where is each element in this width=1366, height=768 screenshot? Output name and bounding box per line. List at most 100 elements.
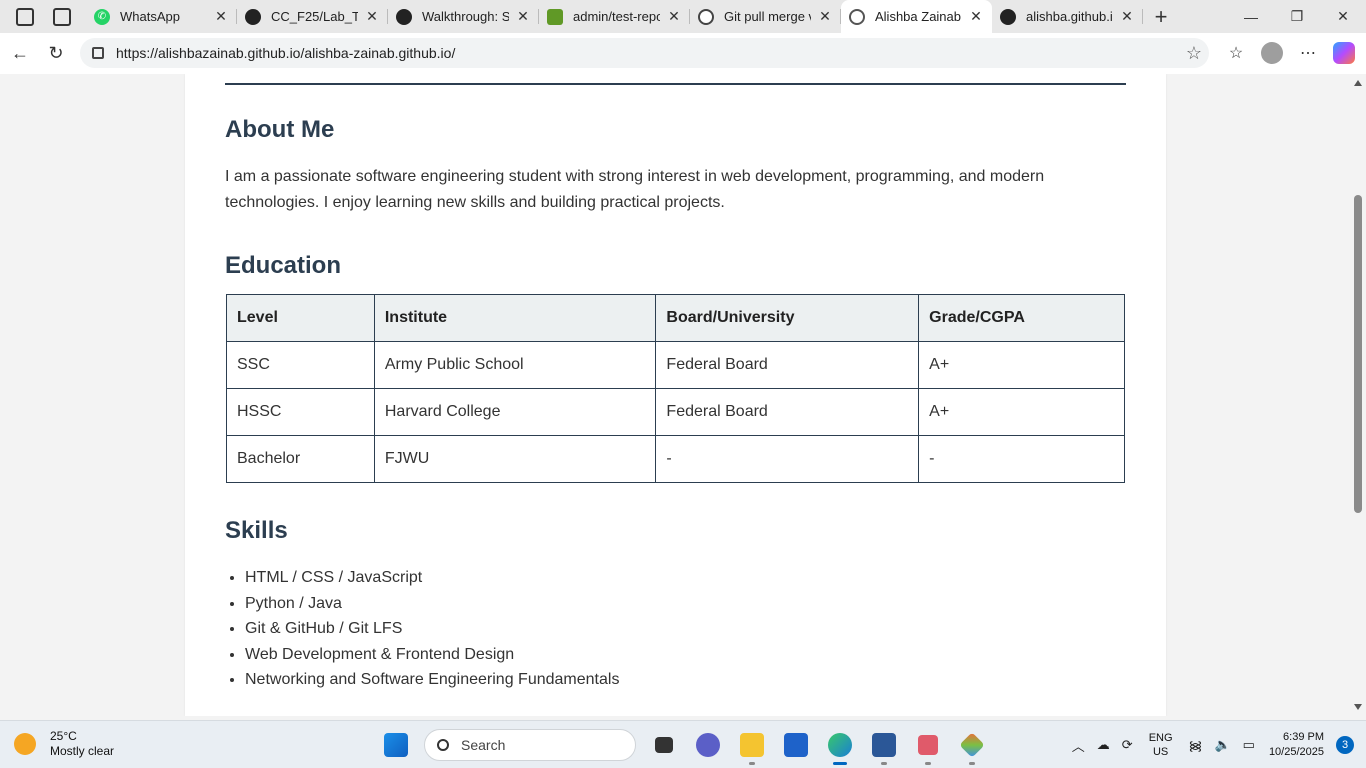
table-cell: Harvard College xyxy=(373,388,657,436)
chevron-up-icon[interactable]: ︿ xyxy=(1066,736,1091,755)
favorite-star-icon[interactable]: ☆ xyxy=(1179,43,1209,64)
close-icon[interactable]: ✕ xyxy=(968,8,984,25)
system-tray: ︿ ☁ ⟳ ENG US ᯼ 🔈 ▭ 6:39 PM 10/25/2025 3 xyxy=(1066,721,1366,768)
github-icon xyxy=(396,8,412,25)
copilot-button[interactable] xyxy=(1330,39,1358,67)
profile-button[interactable] xyxy=(1258,39,1286,67)
word-button[interactable] xyxy=(862,725,906,765)
windows-icon xyxy=(384,733,408,757)
close-window-button[interactable]: ✕ xyxy=(1320,0,1366,33)
git-app-button[interactable] xyxy=(950,725,994,765)
close-icon[interactable]: ✕ xyxy=(364,8,380,25)
about-heading: About Me xyxy=(225,116,335,143)
scroll-down-icon[interactable] xyxy=(1354,704,1362,710)
openai-icon xyxy=(698,8,714,25)
tab-title: admin/test-repo xyxy=(573,9,660,24)
education-table: Level Institute Board/University Grade/C… xyxy=(226,294,1125,483)
site-info-icon[interactable] xyxy=(92,47,104,59)
chat-app-button[interactable] xyxy=(686,725,730,765)
window-controls: — ❐ ✕ xyxy=(1228,0,1366,33)
close-icon[interactable]: ✕ xyxy=(817,8,833,25)
tab-strip: ✆ WhatsApp ✕ CC_F25/Lab_Task ✕ Walkthrou… xyxy=(0,0,1366,33)
table-cell: Federal Board xyxy=(655,341,920,389)
table-row: Bachelor FJWU - - xyxy=(226,435,1125,483)
address-bar[interactable]: https://alishbazainab.github.io/alishba-… xyxy=(80,38,1209,68)
search-icon xyxy=(437,739,449,751)
battery-icon[interactable]: ▭ xyxy=(1237,737,1261,753)
copilot-icon xyxy=(1333,42,1355,64)
favorites-icon[interactable]: ☆ xyxy=(1222,39,1250,67)
clock-date: 10/25/2025 xyxy=(1268,746,1324,758)
table-cell: Federal Board xyxy=(655,388,920,436)
weather-widget[interactable]: 25°C Mostly clear xyxy=(14,729,114,759)
new-tab-button[interactable]: + xyxy=(1143,0,1179,33)
task-view-button[interactable] xyxy=(642,725,686,765)
github-icon xyxy=(1000,8,1016,25)
table-cell: FJWU xyxy=(373,435,657,483)
snipping-tool-button[interactable] xyxy=(906,725,950,765)
store-button[interactable] xyxy=(774,725,818,765)
language-indicator[interactable]: ENG US xyxy=(1139,731,1183,759)
table-cell: SSC xyxy=(226,341,375,389)
tab-title: Git pull merge vs xyxy=(724,9,811,24)
close-icon[interactable]: ✕ xyxy=(1119,8,1135,25)
minimize-button[interactable]: — xyxy=(1228,0,1274,33)
taskbar: 25°C Mostly clear Search ︿ ☁ ⟳ ENG US ᯼ … xyxy=(0,720,1366,768)
scroll-up-icon[interactable] xyxy=(1354,80,1362,86)
clock-time: 6:39 PM xyxy=(1283,731,1324,743)
vertical-scrollbar[interactable] xyxy=(1350,74,1366,716)
tab-cc-f25[interactable]: CC_F25/Lab_Task ✕ xyxy=(237,0,388,33)
refresh-button[interactable]: ↻ xyxy=(38,38,74,70)
scrollbar-thumb[interactable] xyxy=(1354,195,1362,513)
navigation-bar: ← ↻ https://alishbazainab.github.io/alis… xyxy=(0,33,1366,74)
tab-git-pull-merge[interactable]: Git pull merge vs ✕ xyxy=(690,0,841,33)
column-header: Board/University xyxy=(655,294,920,342)
url-text[interactable]: https://alishbazainab.github.io/alishba-… xyxy=(116,45,1179,61)
tab-actions-icon[interactable] xyxy=(52,7,71,26)
whatsapp-icon: ✆ xyxy=(94,8,110,25)
onedrive-icon[interactable]: ☁ xyxy=(1091,737,1116,753)
tab-alishba-zainab[interactable]: Alishba Zainab - ✕ xyxy=(841,0,992,33)
tab-walkthrough[interactable]: Walkthrough: Set ✕ xyxy=(388,0,539,33)
tab-title: WhatsApp xyxy=(120,9,180,24)
tab-whatsapp[interactable]: ✆ WhatsApp ✕ xyxy=(86,0,237,33)
tab-title: CC_F25/Lab_Task xyxy=(271,9,358,24)
list-item: Python / Java xyxy=(245,591,619,617)
word-icon xyxy=(872,733,896,757)
snipping-tool-icon xyxy=(918,735,938,755)
edge-button[interactable] xyxy=(818,725,862,765)
github-icon xyxy=(245,8,261,25)
table-cell: A+ xyxy=(918,341,1125,389)
list-item: HTML / CSS / JavaScript xyxy=(245,565,619,591)
tab-alishba-github-io[interactable]: alishba.github.io/ ✕ xyxy=(992,0,1143,33)
table-cell: HSSC xyxy=(226,388,375,436)
toolbar-actions: ☆ ⋯ xyxy=(1222,38,1358,68)
chat-icon xyxy=(696,733,720,757)
close-icon[interactable]: ✕ xyxy=(666,8,682,25)
sync-icon[interactable]: ⟳ xyxy=(1116,737,1139,753)
taskbar-search[interactable]: Search xyxy=(424,729,636,761)
notification-badge[interactable]: 3 xyxy=(1336,736,1354,754)
skills-list: HTML / CSS / JavaScript Python / Java Gi… xyxy=(245,565,619,693)
workspaces-icon[interactable] xyxy=(15,7,34,26)
weather-temp: 25°C xyxy=(50,729,77,743)
file-explorer-button[interactable] xyxy=(730,725,774,765)
close-icon[interactable]: ✕ xyxy=(213,8,229,25)
close-icon[interactable]: ✕ xyxy=(515,8,531,25)
clock[interactable]: 6:39 PM 10/25/2025 xyxy=(1261,730,1336,760)
table-cell: Bachelor xyxy=(226,435,375,483)
volume-icon[interactable]: 🔈 xyxy=(1208,737,1236,753)
more-options-icon[interactable]: ⋯ xyxy=(1294,39,1322,67)
tab-title: alishba.github.io/ xyxy=(1026,9,1113,24)
store-icon xyxy=(784,733,808,757)
git-icon xyxy=(959,732,985,758)
tab-admin-test-repo[interactable]: admin/test-repo ✕ xyxy=(539,0,690,33)
restore-button[interactable]: ❐ xyxy=(1274,0,1320,33)
about-text: I am a passionate software engineering s… xyxy=(225,168,1045,211)
tab-title: Walkthrough: Set xyxy=(422,9,509,24)
task-view-icon xyxy=(655,737,673,753)
content-card: About Me I am a passionate software engi… xyxy=(185,74,1166,716)
start-button[interactable] xyxy=(374,725,418,765)
back-button[interactable]: ← xyxy=(2,38,38,70)
wifi-icon[interactable]: ᯼ xyxy=(1183,736,1209,754)
